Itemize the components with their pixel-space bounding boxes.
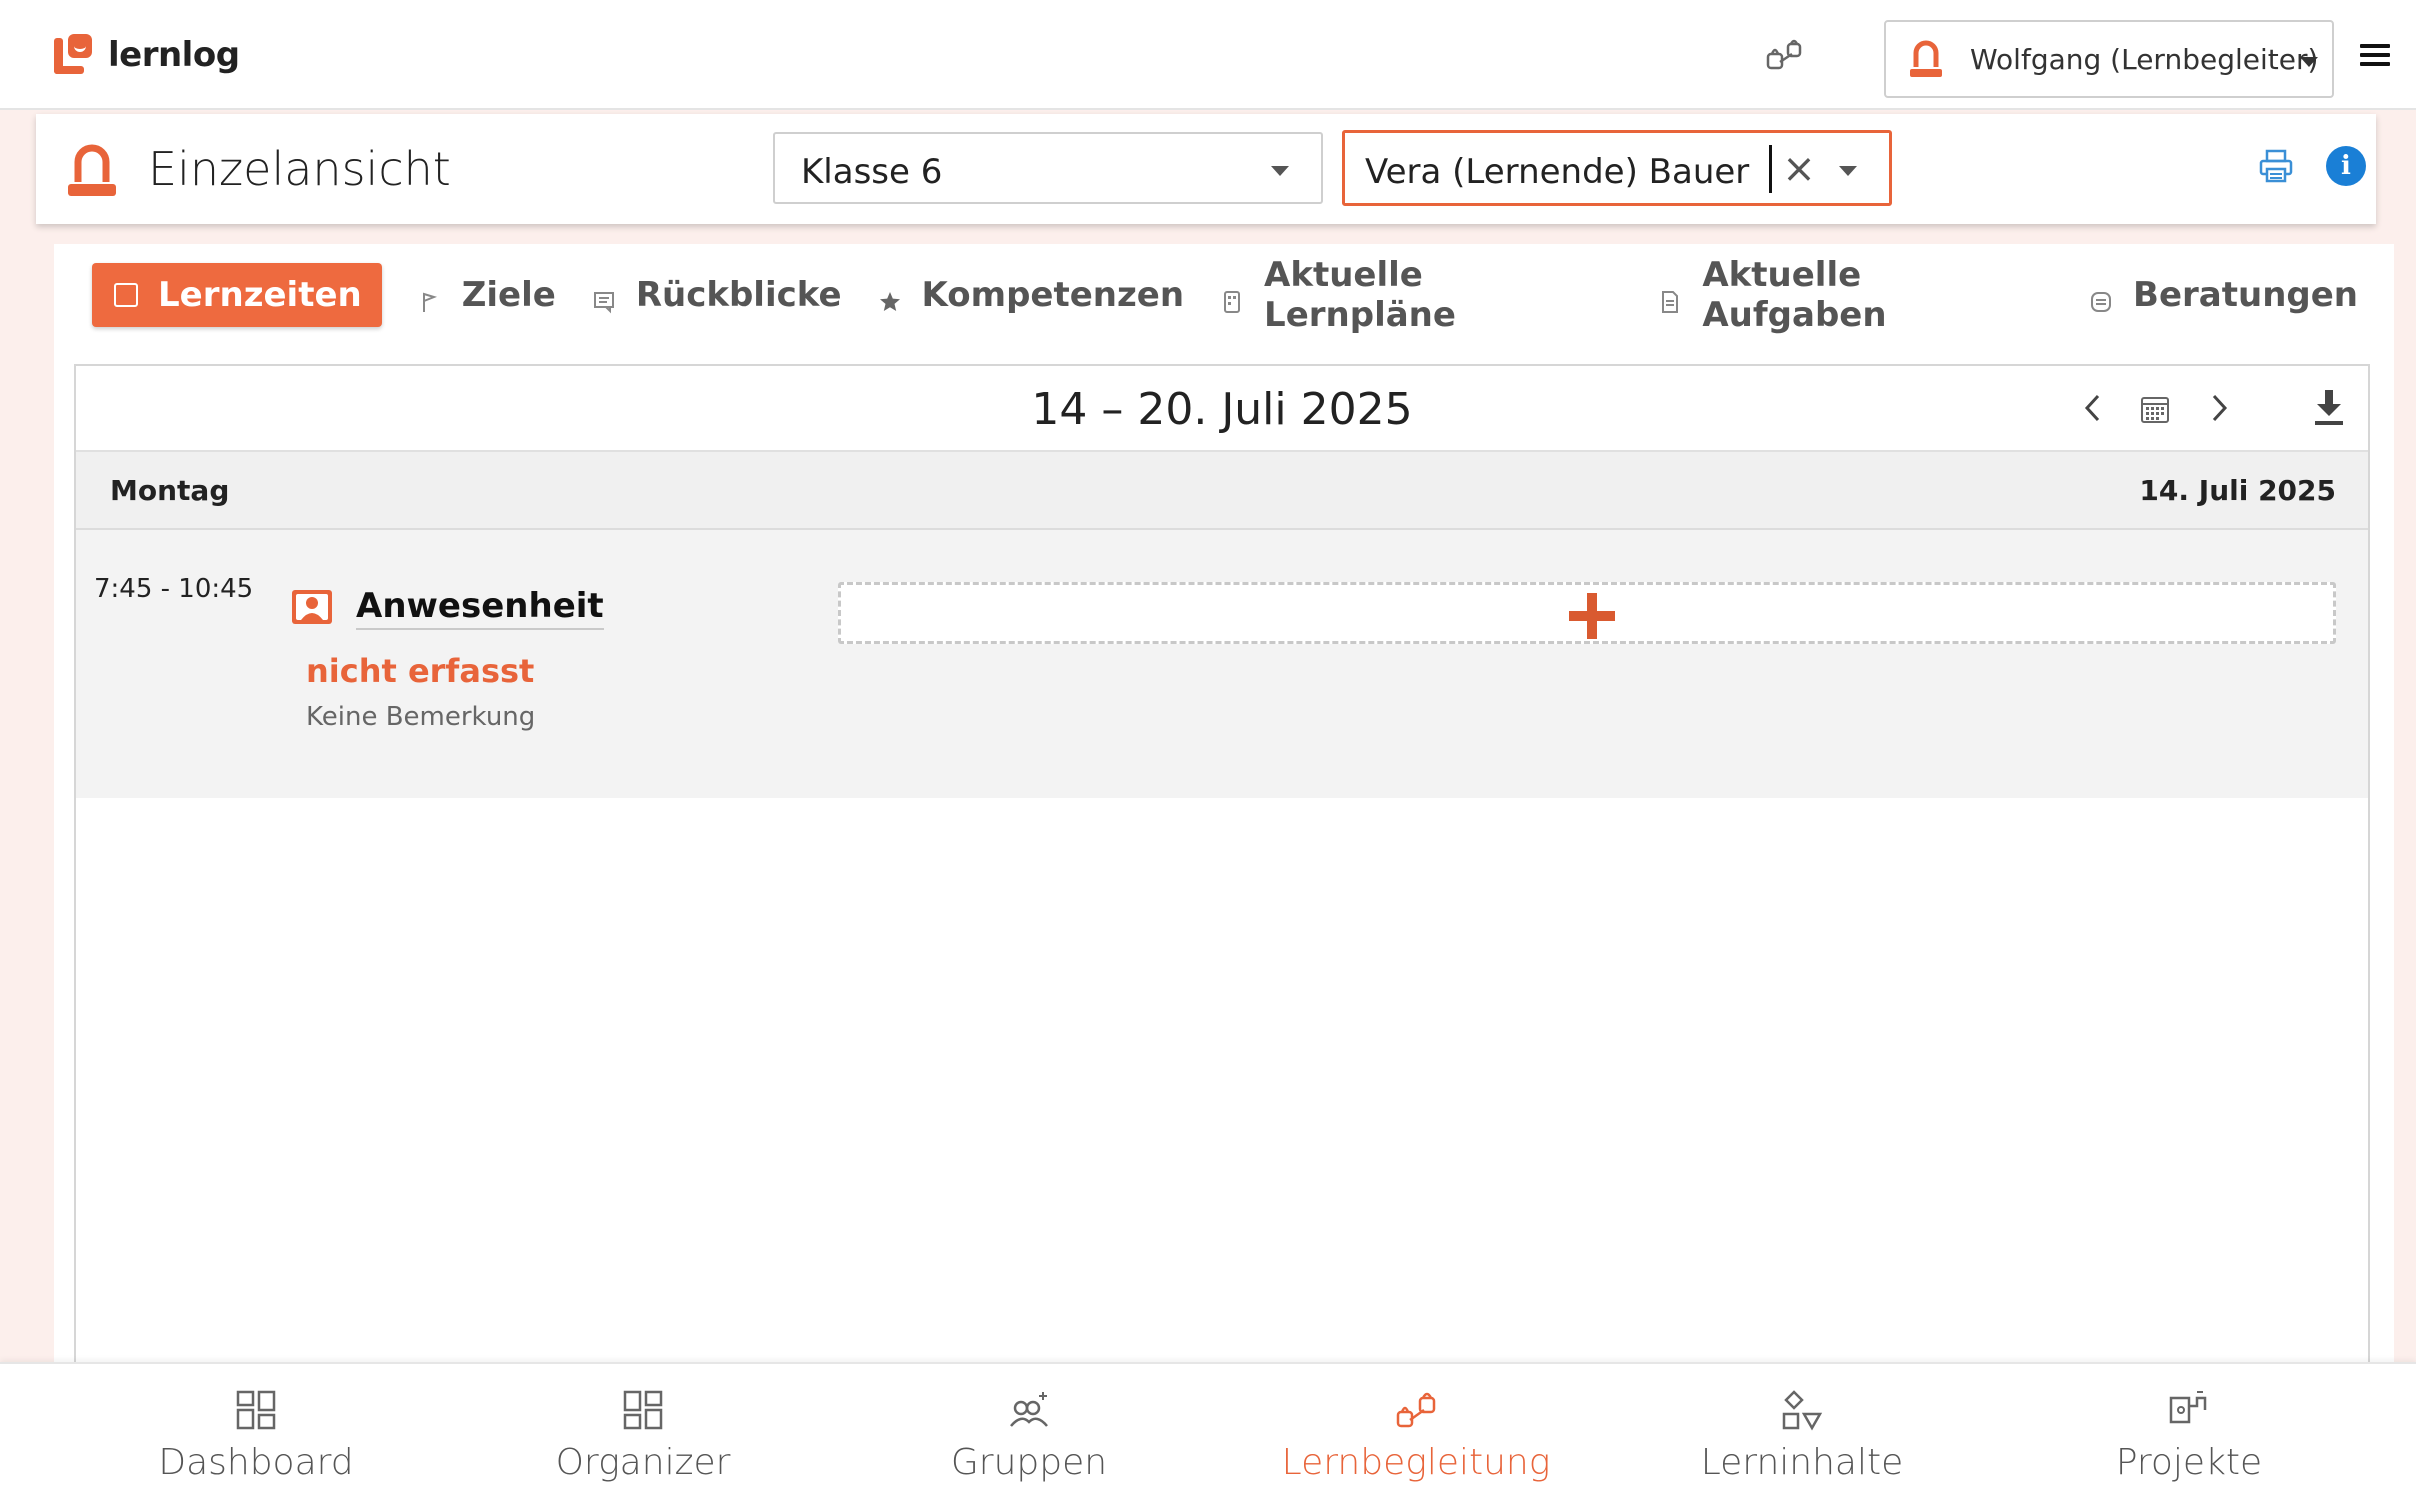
nav-label: Lerninhalte bbox=[1700, 1442, 1904, 1483]
info-icon[interactable]: i bbox=[2326, 146, 2366, 186]
page-title: Einzelansicht bbox=[148, 142, 451, 196]
top-header: lernlog Wolfgang (Lernbegleiter) bbox=[0, 0, 2416, 110]
app-name: lernlog bbox=[108, 35, 240, 75]
attendance-title[interactable]: Anwesenheit bbox=[356, 586, 604, 630]
star-icon bbox=[878, 283, 902, 311]
print-icon[interactable] bbox=[2258, 148, 2294, 184]
learning-support-icon bbox=[1394, 1388, 1438, 1432]
tab-label: Aktuelle Aufgaben bbox=[1702, 255, 1887, 335]
clear-icon[interactable]: × bbox=[1779, 147, 1819, 191]
puzzle-icon bbox=[2167, 1388, 2211, 1432]
flag-icon bbox=[418, 283, 442, 312]
lernlog-logo-icon bbox=[54, 34, 92, 76]
view-header: Einzelansicht Klasse 6 Vera (Lernende) B… bbox=[36, 114, 2376, 224]
document-icon bbox=[1658, 283, 1682, 313]
nav-label: Lernbegleitung bbox=[1281, 1442, 1551, 1483]
dashboard-icon bbox=[234, 1388, 278, 1432]
nav-dashboard[interactable]: Dashboard bbox=[106, 1364, 406, 1492]
class-select[interactable]: Klasse 6 bbox=[773, 132, 1323, 204]
nav-projekte[interactable]: Projekte bbox=[2039, 1364, 2339, 1492]
organizer-icon bbox=[621, 1388, 665, 1432]
menu-icon[interactable] bbox=[2360, 44, 2390, 68]
tab-aktuelle-aufgaben[interactable]: Aktuelle Aufgaben bbox=[1658, 255, 2053, 335]
tab-label: Beratungen bbox=[2133, 275, 2358, 315]
groups-icon bbox=[1007, 1388, 1051, 1432]
tab-rueckblicke[interactable]: Rückblicke bbox=[592, 263, 842, 327]
tab-label: Rückblicke bbox=[635, 275, 842, 315]
learning-support-notification-icon[interactable] bbox=[1762, 36, 1806, 76]
main-content: Lernzeiten Ziele Rückblicke Kompetenzen … bbox=[54, 244, 2394, 1374]
calendar-grid-icon bbox=[114, 283, 138, 307]
text-cursor bbox=[1769, 145, 1772, 193]
tab-label: Kompetenzen bbox=[921, 275, 1185, 315]
calendar-icon[interactable] bbox=[2140, 394, 2170, 424]
attendance-note: Keine Bemerkung bbox=[306, 702, 536, 732]
comment-icon bbox=[592, 283, 616, 314]
app-logo[interactable]: lernlog bbox=[54, 30, 240, 80]
attendance-icon bbox=[290, 588, 334, 628]
class-select-value: Klasse 6 bbox=[801, 152, 943, 192]
nav-organizer[interactable]: Organizer bbox=[493, 1364, 793, 1492]
user-name: Wolfgang (Lernbegleiter) bbox=[1970, 42, 2319, 76]
day-name: Montag bbox=[110, 474, 230, 507]
student-select-value: Vera (Lernende) Bauer bbox=[1365, 152, 1750, 192]
nav-label: Gruppen bbox=[950, 1442, 1108, 1483]
tab-label: Lernzeiten bbox=[158, 275, 362, 315]
tab-kompetenzen[interactable]: Kompetenzen bbox=[878, 263, 1185, 327]
week-calendar: 14 – 20. Juli 2025 Montag 14. Juli 2025 … bbox=[74, 364, 2370, 1374]
nav-label: Projekte bbox=[2115, 1442, 2263, 1483]
download-icon[interactable] bbox=[2312, 388, 2346, 428]
person-bell-icon bbox=[66, 140, 118, 200]
student-select[interactable]: Vera (Lernende) Bauer × bbox=[1342, 130, 1892, 206]
user-avatar-icon bbox=[1906, 37, 1946, 81]
chevron-right-icon[interactable] bbox=[2204, 390, 2234, 426]
nav-gruppen[interactable]: Gruppen bbox=[879, 1364, 1179, 1492]
tab-beratungen[interactable]: Beratungen bbox=[2089, 263, 2358, 327]
chevron-down-icon bbox=[2300, 57, 2318, 67]
day-date: 14. Juli 2025 bbox=[2139, 474, 2336, 507]
nav-label: Dashboard bbox=[158, 1442, 354, 1483]
chevron-down-icon[interactable] bbox=[1839, 166, 1857, 176]
bottom-navigation: Dashboard Organizer Gruppen Lernbegleitu… bbox=[0, 1362, 2416, 1492]
week-title: 14 – 20. Juli 2025 bbox=[1031, 384, 1413, 435]
week-header: 14 – 20. Juli 2025 bbox=[76, 366, 2368, 452]
shapes-icon bbox=[1780, 1388, 1824, 1432]
add-entry-button[interactable] bbox=[838, 582, 2336, 644]
chat-icon bbox=[2089, 283, 2113, 312]
user-select[interactable]: Wolfgang (Lernbegleiter) bbox=[1884, 20, 2334, 98]
nav-label: Organizer bbox=[555, 1442, 731, 1483]
chevron-down-icon bbox=[1271, 166, 1289, 176]
tab-lernzeiten[interactable]: Lernzeiten bbox=[92, 263, 382, 327]
tab-label: Ziele bbox=[461, 275, 556, 315]
tab-aktuelle-lernplaene[interactable]: Aktuelle Lernpläne bbox=[1220, 255, 1622, 335]
attendance-status: nicht erfasst bbox=[306, 652, 535, 690]
tab-ziele[interactable]: Ziele bbox=[418, 263, 556, 327]
plus-icon bbox=[1569, 593, 1615, 639]
entry-time: 7:45 - 10:45 bbox=[94, 574, 254, 604]
tab-label: Aktuelle Lernpläne bbox=[1264, 255, 1456, 335]
day-entries: 7:45 - 10:45 Anwesenheit nicht erfasst K… bbox=[76, 530, 2368, 798]
tab-bar: Lernzeiten Ziele Rückblicke Kompetenzen … bbox=[92, 255, 2394, 335]
chevron-left-icon[interactable] bbox=[2078, 390, 2108, 426]
nav-lerninhalte[interactable]: Lerninhalte bbox=[1652, 1364, 1952, 1492]
nav-lernbegleitung[interactable]: Lernbegleitung bbox=[1266, 1364, 1566, 1492]
day-header: Montag 14. Juli 2025 bbox=[76, 452, 2368, 530]
plan-icon bbox=[1220, 283, 1244, 313]
